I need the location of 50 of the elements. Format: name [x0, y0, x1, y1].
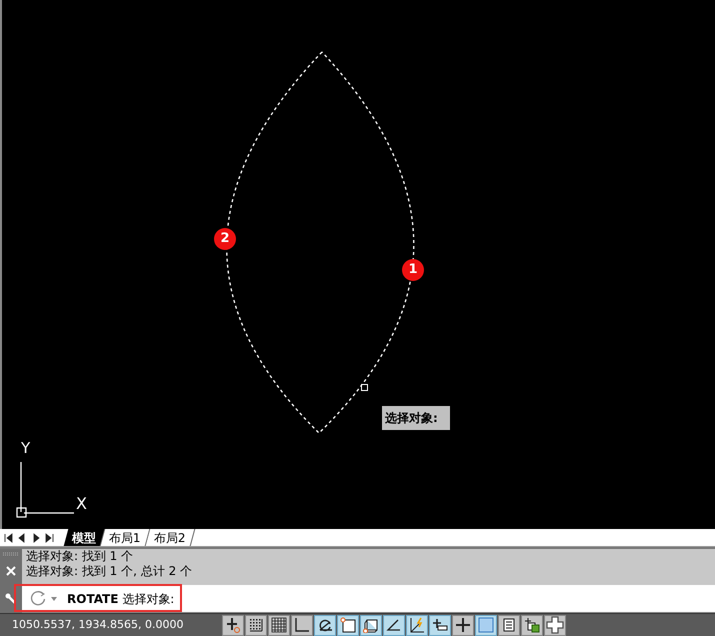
- grid-icon: [271, 617, 287, 634]
- polar-angle-icon: [317, 617, 333, 634]
- plus-minus-icon: [432, 617, 448, 634]
- rotate-icon[interactable]: [30, 590, 47, 608]
- status-toggle-button[interactable]: [222, 614, 244, 636]
- axes-bolt-icon: [409, 617, 425, 634]
- dynamic-input-tooltip: 选择对象:: [382, 406, 450, 430]
- status-toggle-button[interactable]: [475, 614, 497, 636]
- right-angle-icon: [294, 617, 310, 634]
- status-toggle-button[interactable]: [544, 614, 566, 636]
- status-toggle-button[interactable]: [245, 614, 267, 636]
- coordinates-readout: 1050.5537, 1934.8565, 0.0000: [11, 616, 184, 633]
- wrench-icon[interactable]: [5, 593, 17, 606]
- status-toggle-button[interactable]: [360, 614, 382, 636]
- layout-tab[interactable]: 布局1: [100, 529, 150, 546]
- close-icon[interactable]: [6, 566, 16, 576]
- selection-cycle-icon: [524, 617, 540, 634]
- status-toggle-button[interactable]: [498, 614, 520, 636]
- command-prompt: ROTATE 选择对象:: [67, 590, 174, 608]
- status-toggle-button[interactable]: [452, 614, 474, 636]
- layout-tab[interactable]: 布局2: [145, 529, 195, 546]
- grip-icon[interactable]: [3, 552, 19, 556]
- point-marker: 1: [402, 259, 424, 281]
- status-toggle-button[interactable]: [314, 614, 336, 636]
- status-toggle-button[interactable]: [521, 614, 543, 636]
- command-input-field[interactable]: ROTATE 选择对象:: [22, 585, 715, 614]
- cursor-pickbox: [361, 384, 368, 391]
- dot-grid-icon: [249, 618, 263, 632]
- transparency-icon: [478, 617, 494, 634]
- command-history-line: 选择对象: 找到 1 个: [26, 549, 134, 564]
- caret-icon[interactable]: [51, 596, 57, 601]
- square-snap-icon: [340, 617, 356, 634]
- plus-icon: [455, 617, 471, 634]
- status-toggle-button[interactable]: [337, 614, 359, 636]
- point-marker: 2: [214, 228, 236, 250]
- ucs-axes-icon: [14, 461, 76, 519]
- status-toggle-button[interactable]: [291, 614, 313, 636]
- crosshair-icon: [225, 617, 241, 634]
- status-toggle-button[interactable]: [383, 614, 405, 636]
- status-toggle-button[interactable]: [268, 614, 290, 636]
- status-toggle-button[interactable]: [406, 614, 428, 636]
- status-toggle-button[interactable]: [429, 614, 451, 636]
- y-axis-label: Y: [21, 441, 30, 456]
- drawing-canvas[interactable]: 2 1 选择对象: Y X: [0, 0, 715, 530]
- command-history-line: 选择对象: 找到 1 个, 总计 2 个: [26, 564, 192, 580]
- angle-icon: [386, 617, 402, 634]
- x-axis-label: X: [76, 496, 87, 512]
- layout-tab[interactable]: 模型: [64, 529, 106, 546]
- panel-icon: [503, 618, 515, 632]
- cube-snap-icon: [363, 617, 379, 634]
